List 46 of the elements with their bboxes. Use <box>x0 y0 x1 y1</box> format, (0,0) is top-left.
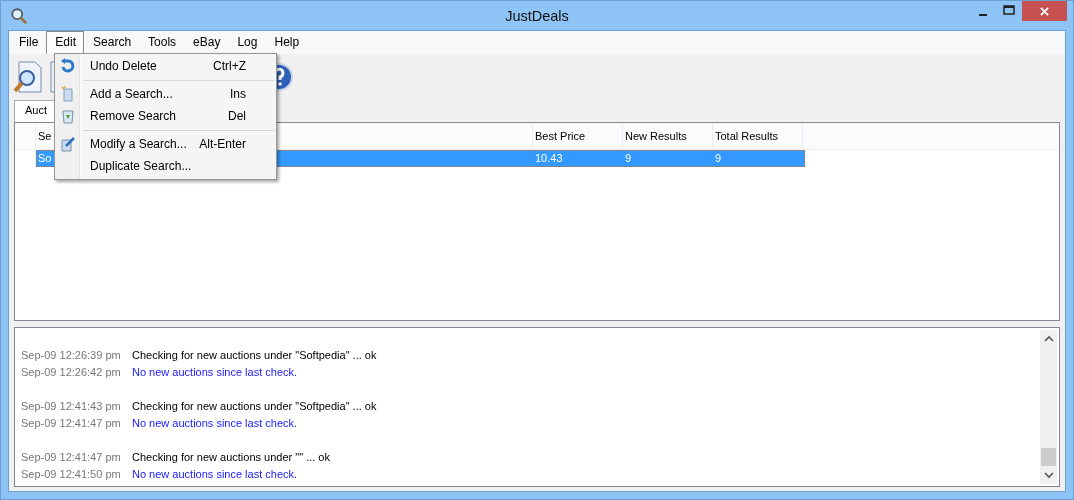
scroll-down-icon[interactable] <box>1043 471 1054 479</box>
table-cell: 9 <box>625 152 632 164</box>
log-time: Sep-09 12:41:47 pm <box>21 450 122 463</box>
table-cell: 9 <box>715 152 722 164</box>
table-cell: 10.43 <box>535 152 563 164</box>
menu-item[interactable]: Log <box>228 31 266 54</box>
window-title: JustDeals <box>505 8 569 24</box>
table-cell: So <box>38 152 52 164</box>
menu-item[interactable]: Add a Search... <box>90 87 230 101</box>
log-message: Checking for new auctions under "Softpedia" ... ok <box>132 399 377 412</box>
shortcut-text: Alt-Enter <box>199 137 246 151</box>
log-time: Sep-09 12:26:39 pm <box>21 348 122 361</box>
scrollbar[interactable] <box>1040 330 1057 484</box>
menu-item[interactable]: Help <box>265 31 308 54</box>
search-icon <box>10 7 28 25</box>
scroll-up-icon[interactable] <box>1043 335 1054 343</box>
log-message: No new auctions since last check. <box>132 467 298 480</box>
menu-item[interactable]: Edit <box>46 31 85 54</box>
shortcut-text: Ins <box>230 87 246 101</box>
menu-item[interactable]: File <box>10 31 47 54</box>
menu-item[interactable]: Tools <box>139 31 185 54</box>
log-time: Sep-09 12:26:42 pm <box>21 365 122 378</box>
column-header[interactable]: Total Results <box>713 123 803 149</box>
log-message: No new auctions since last check. <box>132 365 298 378</box>
menu-item[interactable]: Remove Search <box>90 109 228 123</box>
recycle-bin-icon <box>60 108 76 124</box>
menu-item[interactable]: Modify a Search... <box>90 137 200 151</box>
shortcut-text: Del <box>228 109 246 123</box>
menu-item[interactable]: Search <box>84 31 140 54</box>
column-header[interactable]: New Results <box>623 123 713 149</box>
log-message: Checking for new auctions under "Softpedia" ... ok <box>132 348 377 361</box>
menu-item[interactable]: Undo Delete <box>90 59 213 73</box>
log-message: No new auctions since last check. <box>132 416 298 429</box>
log-time: Sep-09 12:41:43 pm <box>21 399 122 412</box>
document-search-icon[interactable] <box>13 60 45 94</box>
document-edit-icon <box>60 136 76 152</box>
scrollbar-thumb[interactable] <box>1041 448 1056 466</box>
log-message: Checking for new auctions under "" ... ok <box>132 450 330 463</box>
document-add-icon <box>60 86 76 102</box>
menu-item[interactable]: eBay <box>184 31 229 54</box>
log-time: Sep-09 12:41:50 pm <box>21 467 122 480</box>
log-time: Sep-09 12:41:47 pm <box>21 416 122 429</box>
undo-arrow-icon <box>60 58 76 74</box>
column-header[interactable]: Best Price <box>533 123 623 149</box>
shortcut-text: Ctrl+Z <box>213 59 246 73</box>
close-icon <box>1040 6 1049 16</box>
